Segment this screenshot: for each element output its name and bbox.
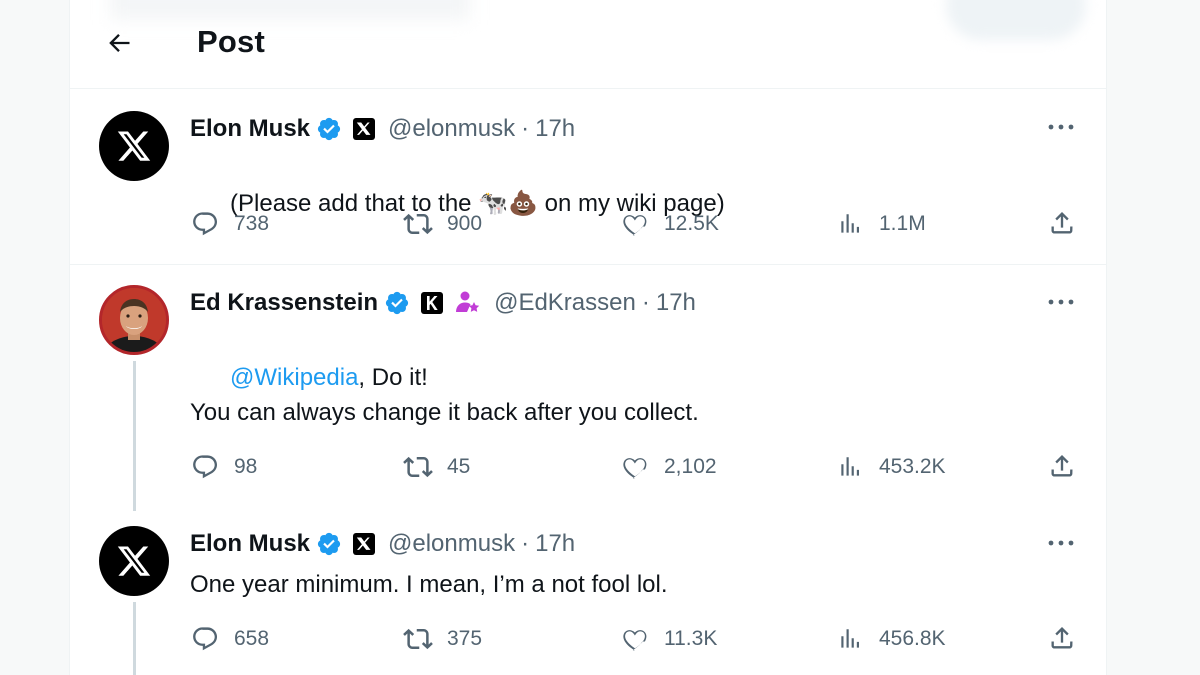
reply-button[interactable]: 98: [190, 452, 257, 482]
like-button[interactable]: 12.5K: [620, 209, 719, 239]
post-thread-panel: Post Elon Musk @elonmusk · 17h (Please a…: [69, 0, 1107, 675]
mention-link[interactable]: @Wikipedia: [230, 364, 358, 391]
post-actions: 738 900 12.5K 1.1M: [70, 209, 1106, 243]
repost-button[interactable]: 45: [403, 452, 470, 482]
heart-icon: [620, 452, 650, 482]
more-options-button[interactable]: [1046, 533, 1076, 553]
avatar[interactable]: [99, 111, 169, 181]
views-count: 453.2K: [879, 455, 946, 478]
views-button[interactable]: 453.2K: [835, 452, 946, 482]
avatar[interactable]: [99, 526, 169, 596]
author-name[interactable]: Ed Krassenstein: [190, 289, 378, 317]
x-logo-icon: [117, 546, 151, 576]
share-upload-icon: [1051, 455, 1073, 477]
post-timestamp[interactable]: 17h: [656, 289, 696, 317]
repost-button[interactable]: 375: [403, 624, 482, 654]
separator-dot: ·: [521, 530, 530, 557]
reply-button[interactable]: 738: [190, 209, 269, 239]
reply-count: 658: [234, 627, 270, 650]
person-avatar-image: [102, 288, 166, 352]
post-actions: 658 375 11.3K 456.8K: [70, 624, 1106, 658]
separator-dot: ·: [521, 115, 530, 142]
verified-badge-icon[interactable]: [316, 116, 342, 142]
verified-badge-icon[interactable]: [384, 290, 410, 316]
post-text-part: , Do it!: [358, 364, 428, 391]
author-handle[interactable]: @elonmusk: [388, 115, 515, 143]
views-chart-icon: [835, 209, 865, 239]
share-button[interactable]: [1048, 452, 1076, 480]
post-actions: 98 45 2,102 453.2K: [70, 452, 1106, 486]
post-author-row: Elon Musk @elonmusk · 17h: [190, 115, 575, 143]
more-options-button[interactable]: [1046, 117, 1076, 137]
views-button[interactable]: 1.1M: [835, 209, 926, 239]
reply-count: 98: [234, 455, 258, 478]
post-text: One year minimum. I mean, I’m a not fool…: [190, 571, 668, 598]
page-title: Post: [197, 24, 265, 59]
more-options-button[interactable]: [1046, 292, 1076, 312]
post-timestamp[interactable]: 17h: [535, 530, 575, 558]
x-badge-icon[interactable]: [352, 532, 376, 556]
author-handle[interactable]: @elonmusk: [388, 530, 515, 558]
repost-count: 375: [447, 627, 483, 650]
thread-connector-line: [133, 361, 136, 511]
author-name[interactable]: Elon Musk: [190, 530, 310, 558]
reply-icon: [190, 452, 220, 482]
post-item[interactable]: Elon Musk @elonmusk · 17h (Please add th…: [70, 89, 1106, 265]
subscriber-person-star-icon[interactable]: [454, 290, 482, 316]
page-header: Post: [70, 0, 1106, 89]
more-horizontal-icon: [1048, 124, 1074, 130]
reply-icon: [190, 624, 220, 654]
author-handle[interactable]: @EdKrassen: [494, 289, 636, 317]
views-button[interactable]: 456.8K: [835, 624, 946, 654]
heart-icon: [620, 624, 650, 654]
views-count: 456.8K: [879, 627, 946, 650]
repost-button[interactable]: 900: [403, 209, 482, 239]
share-button[interactable]: [1048, 209, 1076, 237]
repost-count: 900: [447, 212, 483, 235]
avatar[interactable]: [99, 285, 169, 355]
like-count: 11.3K: [664, 627, 718, 650]
views-count: 1.1M: [879, 212, 926, 235]
post-timestamp[interactable]: 17h: [535, 115, 575, 143]
like-count: 12.5K: [664, 212, 719, 235]
like-count: 2,102: [664, 455, 717, 478]
post-author-row: Ed Krassenstein @EdKrassen · 17h: [190, 289, 696, 317]
arrow-left-icon: [109, 34, 130, 52]
heart-icon: [620, 209, 650, 239]
post-text-line: You can always change it back after you …: [190, 399, 699, 426]
reply-icon: [190, 209, 220, 239]
reply-count: 738: [234, 212, 270, 235]
post-item[interactable]: Ed Krassenstein @EdKrassen · 17h @Wikipe…: [70, 265, 1106, 511]
verified-badge-icon[interactable]: [316, 531, 342, 557]
reply-button[interactable]: 658: [190, 624, 269, 654]
repost-icon: [403, 452, 433, 482]
share-upload-icon: [1051, 212, 1073, 234]
k-badge-icon[interactable]: [420, 291, 444, 315]
views-chart-icon: [835, 624, 865, 654]
back-button[interactable]: [102, 26, 136, 60]
repost-count: 45: [447, 455, 471, 478]
separator-dot: ·: [641, 289, 650, 316]
post-item[interactable]: Elon Musk @elonmusk · 17h One year minim…: [70, 510, 1106, 675]
views-chart-icon: [835, 452, 865, 482]
repost-icon: [403, 209, 433, 239]
repost-icon: [403, 624, 433, 654]
share-button[interactable]: [1048, 624, 1076, 652]
like-button[interactable]: 11.3K: [620, 624, 717, 654]
like-button[interactable]: 2,102: [620, 452, 717, 482]
more-horizontal-icon: [1048, 540, 1074, 546]
more-horizontal-icon: [1048, 299, 1074, 305]
author-name[interactable]: Elon Musk: [190, 115, 310, 143]
x-badge-icon[interactable]: [352, 117, 376, 141]
x-logo-icon: [117, 131, 151, 161]
share-upload-icon: [1051, 627, 1073, 649]
post-author-row: Elon Musk @elonmusk · 17h: [190, 530, 575, 558]
